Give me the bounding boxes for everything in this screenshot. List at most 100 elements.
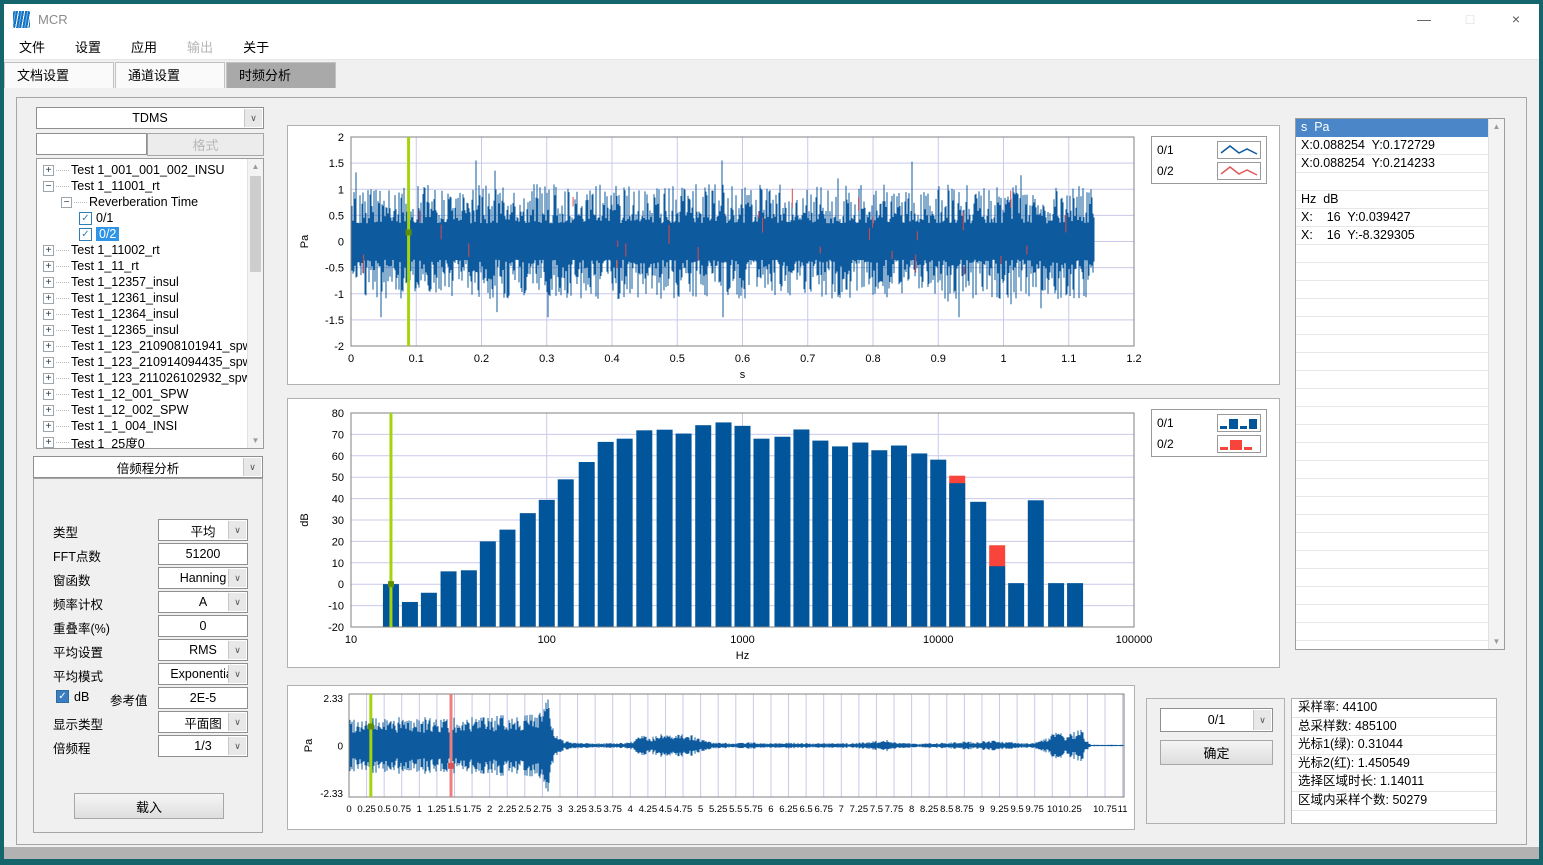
svg-text:10000: 10000 [923,634,954,646]
tree-connector [56,266,69,267]
scroll-down-icon[interactable]: ▼ [248,433,263,448]
expand-icon[interactable]: + [43,405,54,416]
readout-row: Hz dB [1296,191,1489,209]
tree-item-label: Test 1_11_rt [71,259,139,273]
form-input[interactable]: 51200 [158,543,248,565]
tree-item[interactable]: +Test 1_001_001_002_INSU [37,162,263,178]
tree-item[interactable]: ✓0/2 [37,226,263,242]
tree-item[interactable]: ✓0/1 [37,210,263,226]
tree-scrollbar[interactable]: ▲▼ [247,159,263,448]
expand-icon[interactable]: + [43,421,54,432]
form-select[interactable]: 1/3∨ [158,735,248,757]
form-select[interactable]: 平面图∨ [158,711,248,733]
channel-select-value: 0/1 [1208,713,1225,727]
tree-item[interactable]: + Test 1_12_001_SPW [37,386,263,402]
readout-row [1296,299,1489,317]
tree-item[interactable]: + Test 1_11_rt [37,258,263,274]
menu-item-1[interactable]: 文件 [4,37,60,56]
tree-item[interactable]: +Test 1_123_210914094435_spw [37,354,263,370]
tree-item[interactable]: +Test 1_25度0 [37,434,263,449]
expand-icon[interactable]: + [43,357,54,368]
scroll-up-icon[interactable]: ▲ [248,159,263,174]
expand-icon[interactable]: + [43,277,54,288]
legend-entry[interactable]: 0/1 [1157,412,1261,433]
spectrum-chart[interactable]: 1010010001000010000080706050403020100-10… [288,399,1279,667]
legend-line-icon [1217,162,1261,180]
expand-icon[interactable]: + [43,165,54,176]
tree-item[interactable]: +Test 1_12361_insul [37,290,263,306]
readout-header-row: s Pa [1296,119,1489,137]
tree-item[interactable]: +Test 1_12357_insul [37,274,263,290]
svg-text:-1: -1 [334,289,344,301]
spectrum-legend: 0/10/2 [1151,409,1267,457]
collapse-icon[interactable]: − [43,181,54,192]
tab-2[interactable]: 通道设置 [115,62,225,88]
reference-value-input[interactable]: 2E-5 [158,687,248,709]
form-select[interactable]: A∨ [158,591,248,613]
menu-item-4[interactable]: 输出 [172,37,228,56]
legend-entry[interactable]: 0/2 [1157,160,1261,181]
svg-text:40: 40 [332,494,344,506]
menu-item-2[interactable]: 设置 [60,37,116,56]
file-format-select[interactable]: TDMS ∨ [36,107,264,129]
tab-3[interactable]: 时频分析 [226,62,336,88]
tree-connector [56,362,69,363]
tree-item[interactable]: +Test 1_123_210908101941_spw [37,338,263,354]
form-input[interactable]: 0 [158,615,248,637]
db-checkbox[interactable]: ✓ [56,690,69,703]
overview-chart[interactable]: 00.250.50.7511.251.51.7522.252.52.7533.2… [288,686,1134,829]
expand-icon[interactable]: + [43,389,54,400]
expand-icon[interactable]: + [43,341,54,352]
channel-select[interactable]: 0/1 ∨ [1160,708,1273,732]
time-domain-chart[interactable]: 00.10.20.30.40.50.60.70.80.911.11.221.51… [288,126,1279,384]
svg-text:7.5: 7.5 [870,804,883,815]
tree-item[interactable]: +Test 1_12_002_SPW [37,402,263,418]
svg-text:6.25: 6.25 [779,804,798,815]
expand-icon[interactable]: + [43,309,54,320]
expand-icon[interactable]: + [43,293,54,304]
form-select[interactable]: 平均∨ [158,519,248,541]
scroll-thumb[interactable] [250,176,261,272]
tree-item[interactable]: +Test 1_12364_insul [37,306,263,322]
svg-text:1: 1 [338,184,344,196]
tab-1[interactable]: 文档设置 [4,62,114,88]
tree-item[interactable]: +Test 1_123_211026102932_spw [37,370,263,386]
menu-item-3[interactable]: 应用 [116,37,172,56]
expand-icon[interactable]: + [43,325,54,336]
form-select[interactable]: Hanning∨ [158,567,248,589]
form-select[interactable]: RMS∨ [158,639,248,661]
tree-checkbox[interactable]: ✓ [79,212,92,225]
expand-icon[interactable]: + [43,437,54,448]
tree-item[interactable]: +Test 1_12365_insul [37,322,263,338]
readout-scrollbar[interactable]: ▲▼ [1488,119,1504,649]
info-row: 光标2(红): 1.450549 [1292,755,1496,774]
menu-bar: 文件设置应用输出关于 [4,34,1539,60]
menu-item-5[interactable]: 关于 [228,37,284,56]
filter-input[interactable] [36,133,147,155]
expand-icon[interactable]: + [43,373,54,384]
scroll-down-icon[interactable]: ▼ [1489,634,1504,649]
load-button[interactable]: 载入 [74,793,224,819]
analysis-type-select[interactable]: 倍频程分析 ∨ [33,456,263,478]
form-select[interactable]: Exponential∨ [158,663,248,685]
legend-entry[interactable]: 0/2 [1157,433,1261,454]
tree-checkbox[interactable]: ✓ [79,228,92,241]
close-button[interactable]: × [1493,4,1539,34]
tree-item-label: Test 1_11002_rt [71,243,160,257]
svg-text:0.5: 0.5 [670,353,685,365]
minimize-button[interactable]: — [1401,4,1447,34]
tab-bar: 文档设置通道设置时频分析 [4,60,1539,88]
format-button[interactable]: 格式 [147,133,264,156]
expand-icon[interactable]: + [43,261,54,272]
tree-item[interactable]: −Test 1_11001_rt [37,178,263,194]
tree-item[interactable]: −Reverberation Time [37,194,263,210]
maximize-button[interactable]: □ [1447,4,1493,34]
scroll-up-icon[interactable]: ▲ [1489,119,1504,134]
tree-item[interactable]: + Test 1_11002_rt [37,242,263,258]
collapse-icon[interactable]: − [61,197,72,208]
tree-item-label: Test 1_12_001_SPW [71,387,188,401]
legend-entry[interactable]: 0/1 [1157,139,1261,160]
svg-text:-0.5: -0.5 [325,263,344,275]
expand-icon[interactable]: + [43,245,54,256]
confirm-button[interactable]: 确定 [1160,740,1273,765]
